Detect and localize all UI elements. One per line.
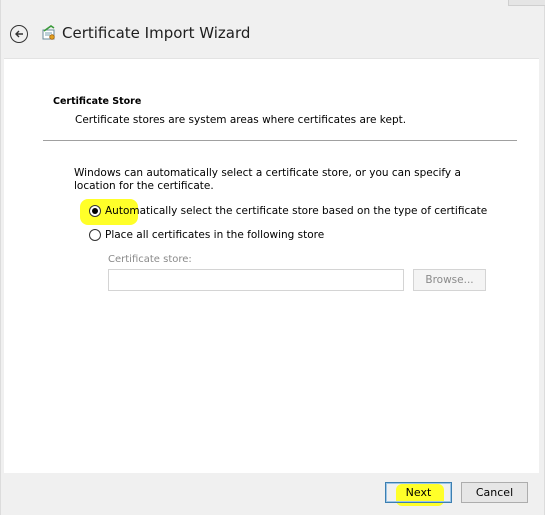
place-in-store-option[interactable]: Place all certificates in the following … [89,227,324,243]
auto-select-store-option[interactable]: Automatically select the certificate sto… [89,203,487,219]
certificate-icon [42,25,55,40]
place-in-store-radio[interactable] [89,229,101,241]
wizard-header: Certificate Import Wizard [1,14,545,54]
back-button[interactable] [10,25,28,43]
section-title: Certificate Store [53,96,142,107]
certificate-store-field[interactable] [108,269,404,291]
close-window-button[interactable] [508,0,545,6]
wizard-title: Certificate Import Wizard [62,24,251,42]
wizard-content: Certificate Store Certificate stores are… [4,58,539,473]
cancel-button[interactable]: Cancel [461,482,528,503]
place-in-store-label: Place all certificates in the following … [105,229,325,241]
auto-select-radio[interactable] [89,205,101,217]
certificate-store-label: Certificate store: [108,254,192,265]
browse-button[interactable]: Browse... [413,269,486,291]
next-button[interactable]: Next [385,482,452,503]
auto-select-label: Automatically select the certificate sto… [105,205,488,217]
section-description: Certificate stores are system areas wher… [75,114,407,126]
wizard-footer: Next Cancel [1,472,545,515]
divider [43,140,517,141]
back-arrow-icon [15,30,23,38]
intro-text: Windows can automatically select a certi… [74,167,461,192]
wizard-window: Certificate Import Wizard Certificate St… [0,0,545,515]
